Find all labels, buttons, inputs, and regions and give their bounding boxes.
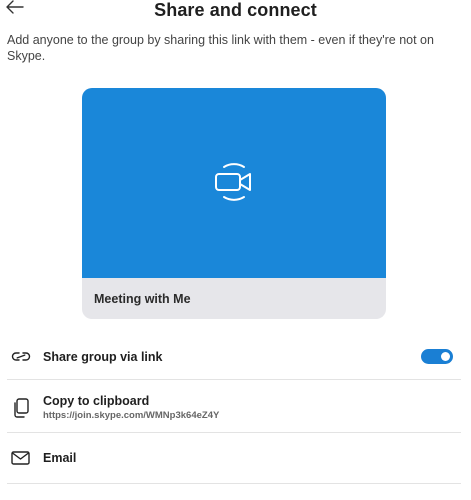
meeting-card-footer: Meeting with Me (82, 278, 386, 319)
header: Share and connect (0, 0, 471, 30)
link-icon (11, 352, 31, 361)
email-label: Email (43, 451, 77, 465)
copy-icon (14, 398, 29, 418)
video-camera-icon (215, 163, 251, 201)
page-title: Share and connect (154, 0, 317, 20)
share-description: Add anyone to the group by sharing this … (7, 33, 434, 63)
toggle-knob (441, 352, 450, 361)
email-icon (11, 451, 30, 465)
share-link-row[interactable]: Share group via link (7, 336, 461, 380)
share-link-label: Share group via link (43, 350, 163, 364)
meeting-name: Meeting with Me (94, 292, 191, 306)
meeting-card[interactable]: Meeting with Me (82, 88, 386, 319)
copy-clipboard-row[interactable]: Copy to clipboard https://join.skype.com… (7, 381, 461, 433)
copy-clipboard-label: Copy to clipboard (43, 394, 150, 408)
email-row[interactable]: Email (7, 434, 461, 484)
share-link-toggle[interactable] (421, 349, 453, 364)
share-link-url: https://join.skype.com/WMNp3k64eZ4Y (43, 410, 220, 421)
meeting-preview (82, 88, 386, 278)
